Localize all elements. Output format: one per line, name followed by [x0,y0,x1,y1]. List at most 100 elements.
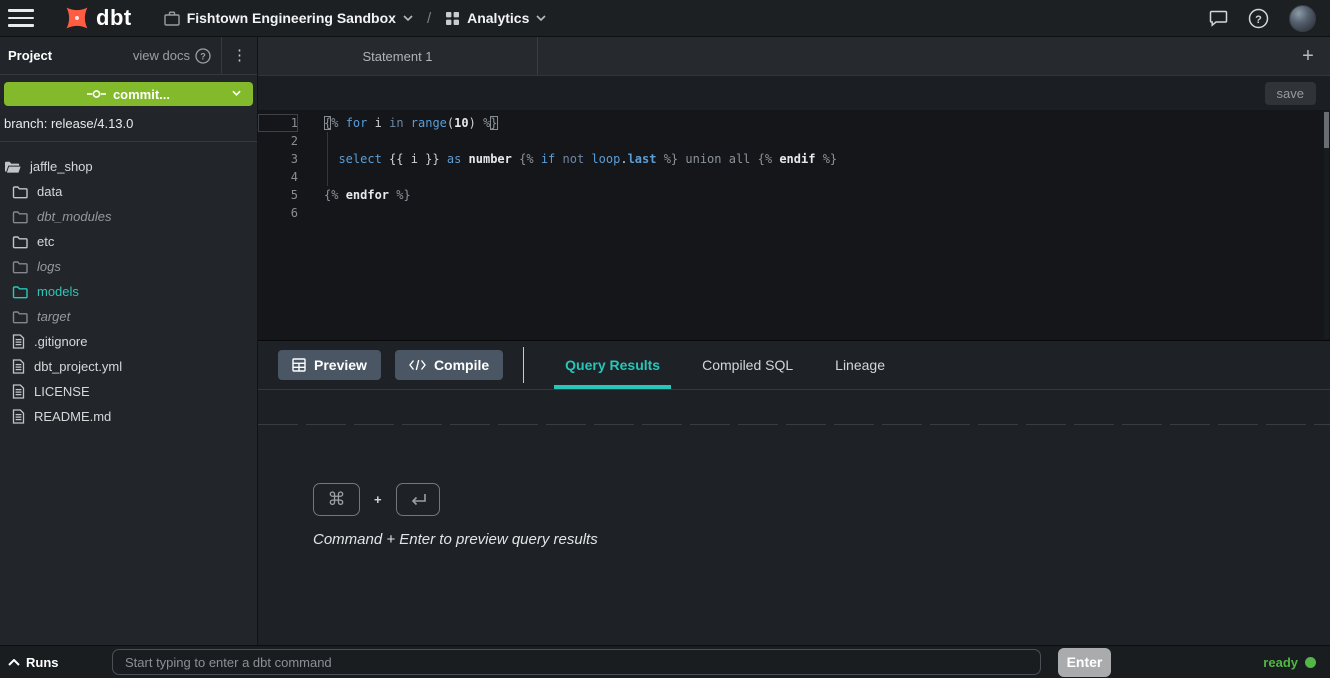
results-panel: Preview Compile Query Results Compiled SQ… [258,341,1330,645]
compile-button[interactable]: Compile [395,350,503,380]
project-switcher[interactable]: Analytics [445,10,546,26]
runs-toggle[interactable]: Runs [8,655,59,670]
account-switcher[interactable]: Fishtown Engineering Sandbox [164,10,413,26]
branch-label: branch: release/4.13.0 [0,106,257,142]
line-number: 1 [258,114,298,132]
tree-item-logs[interactable]: logs [0,254,257,279]
line-number: 5 [258,186,298,204]
line-number: 2 [258,132,298,150]
code-line-3: 3 select {{ i }} as number {% if not loo… [258,150,1330,168]
tree-item--gitignore[interactable]: .gitignore [0,329,257,354]
code-line-1: 1{% for i in range(10) %} [258,114,1330,132]
top-bar: dbt Fishtown Engineering Sandbox / [0,0,1330,37]
line-number: 6 [258,204,298,222]
editor-tab-statement-1[interactable]: Statement 1 [258,37,538,75]
hamburger-menu-icon[interactable] [8,9,34,27]
tree-item-label: etc [37,234,54,249]
account-name: Fishtown Engineering Sandbox [187,10,396,26]
dbt-logo-icon [64,5,90,31]
code-line-5: 5{% endfor %} [258,186,1330,204]
tree-item-dbt-modules[interactable]: dbt_modules [0,204,257,229]
tree-item-label: dbt_project.yml [34,359,122,374]
folder-icon [12,310,28,324]
chevron-down-icon [403,15,413,21]
code-line-6: 6 [258,204,1330,222]
folder-icon [12,235,28,249]
code-area[interactable]: 1{% for i in range(10) %}23 select {{ i … [258,110,1330,340]
tree-item-target[interactable]: target [0,304,257,329]
project-name: Analytics [467,10,529,26]
table-icon [292,358,306,372]
results-tab-lineage[interactable]: Lineage [824,341,896,389]
tree-item-label: logs [37,259,61,274]
chevron-up-icon [8,659,20,666]
folder-open-icon [4,160,21,174]
tree-item-etc[interactable]: etc [0,229,257,254]
kebab-menu-icon[interactable]: ⋮ [222,37,257,75]
line-number: 4 [258,168,298,186]
chevron-down-icon [536,15,546,21]
results-tabs: Query Results Compiled SQL Lineage [544,341,906,389]
tree-item-label: target [37,309,70,324]
dbt-command-input[interactable] [112,649,1041,675]
editor-toolbar: save [258,76,1330,110]
chevron-down-icon [232,90,241,96]
sidebar-header: Project view docs ? ⋮ [0,37,257,75]
folder-icon [12,210,28,224]
results-tab-query-results[interactable]: Query Results [554,341,671,389]
plus-label: + [374,492,382,507]
results-toolbar: Preview Compile Query Results Compiled SQ… [258,341,1330,390]
save-button[interactable]: save [1265,82,1316,105]
tree-item-label: dbt_modules [37,209,111,224]
folder-icon [12,260,28,274]
svg-text:?: ? [200,51,206,61]
preview-hint-text: Command + Enter to preview query results [313,531,598,548]
file-tree: jaffle_shopdata dbt_modulesetc logs models t… [0,142,257,429]
user-avatar[interactable] [1289,5,1316,32]
help-icon[interactable]: ? [1248,8,1269,29]
feedback-chat-icon[interactable] [1209,10,1228,27]
code-icon [409,359,426,371]
view-docs-link[interactable]: view docs ? [133,48,221,64]
editor-scrollbar[interactable] [1324,111,1329,339]
help-circle-icon: ? [195,48,211,64]
tree-item-label: jaffle_shop [30,159,93,174]
main-area: Statement 1 + save 1{% for i in range(10… [258,37,1330,645]
breadcrumb-separator: / [427,10,431,27]
tree-item-data[interactable]: data [0,179,257,204]
tree-item-label: data [37,184,62,199]
status-indicator: ready [1263,655,1316,670]
tree-item-dbt-project-yml[interactable]: dbt_project.yml [0,354,257,379]
results-tab-compiled-sql[interactable]: Compiled SQL [691,341,804,389]
indent-guide [327,132,328,186]
tree-item-models[interactable]: models [0,279,257,304]
results-grid-header [258,390,1330,425]
sidebar-title: Project [8,48,52,63]
runs-label: Runs [26,655,59,670]
preview-button[interactable]: Preview [278,350,381,380]
grid-icon [445,11,460,26]
command-key-icon: ⌘ [313,483,360,516]
code-editor: 1{% for i in range(10) %}23 select {{ i … [258,110,1330,341]
tree-item-label: README.md [34,409,111,424]
results-empty-state: ⌘ + Command + Enter to preview query res… [258,425,1330,645]
file-icon [12,334,25,349]
new-tab-button[interactable]: + [1286,37,1330,75]
code-line-4: 4 [258,168,1330,186]
folder-icon [12,185,28,199]
tree-item-readme-md[interactable]: README.md [0,404,257,429]
command-status-bar: Runs Enter ready [0,645,1330,678]
enter-key-icon [396,483,440,516]
enter-button[interactable]: Enter [1058,648,1111,677]
svg-text:?: ? [1255,13,1262,25]
file-icon [12,409,25,424]
editor-tab-bar: Statement 1 + [258,37,1330,76]
file-icon [12,384,25,399]
commit-button-label: commit... [113,87,170,102]
commit-button[interactable]: commit... [4,82,253,106]
dbt-logo: dbt [64,5,132,31]
divider [523,347,524,383]
tree-item-jaffle-shop[interactable]: jaffle_shop [0,154,257,179]
tree-item-label: .gitignore [34,334,87,349]
tree-item-license[interactable]: LICENSE [0,379,257,404]
